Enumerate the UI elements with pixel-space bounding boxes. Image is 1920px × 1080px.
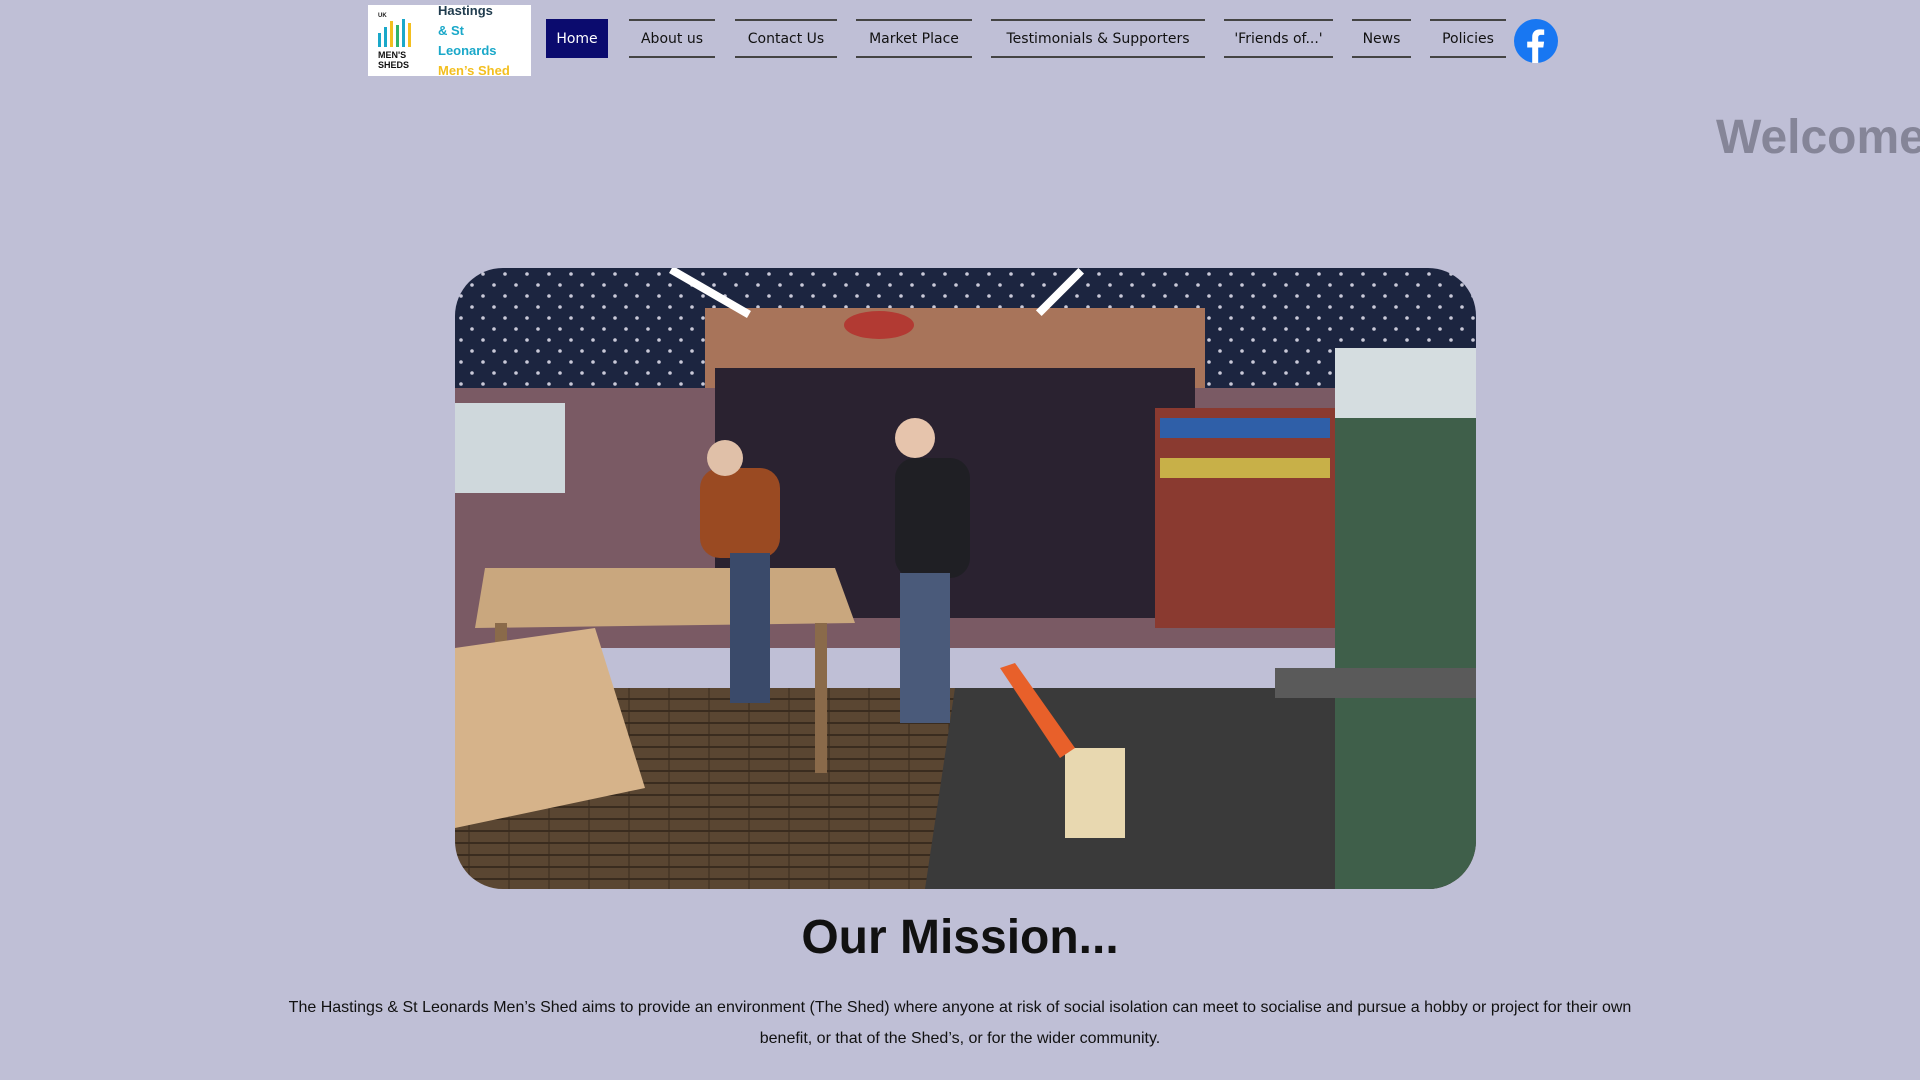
nav-contact-us[interactable]: Contact Us bbox=[735, 19, 837, 58]
workshop-illustration bbox=[455, 268, 1476, 889]
nav-market-place[interactable]: Market Place bbox=[856, 19, 972, 58]
logo-mark-line1: MEN'S bbox=[378, 49, 407, 60]
mission-paragraph: The Hastings & St Leonards Men’s Shed ai… bbox=[288, 999, 1632, 1047]
logo-bars-icon bbox=[378, 18, 411, 47]
logo-line-mens-shed: Men’s Shed bbox=[438, 62, 510, 78]
mens-sheds-logo-mark: UK MEN'S SHEDS bbox=[376, 11, 428, 71]
nav-testimonials-supporters[interactable]: Testimonials & Supporters bbox=[991, 19, 1205, 58]
nav-about-us[interactable]: About us bbox=[629, 19, 715, 58]
nav-news[interactable]: News bbox=[1352, 19, 1411, 58]
logo-mark-line2: SHEDS bbox=[378, 59, 410, 70]
facebook-logo-svg bbox=[1514, 19, 1558, 63]
workshop-photo bbox=[455, 268, 1476, 889]
logo-line-hastings: Hastings bbox=[438, 2, 493, 18]
welcome-heading: Welcome bbox=[1716, 111, 1920, 164]
facebook-icon[interactable] bbox=[1514, 19, 1558, 63]
site-logo[interactable]: UK MEN'S SHEDS Hastings & St Leonards Me… bbox=[368, 3, 531, 78]
logo-mark-text: MEN'S SHEDS bbox=[378, 50, 409, 70]
mission-heading: Our Mission... bbox=[801, 911, 1119, 964]
logo-line-st-leonards: & St Leonards bbox=[438, 22, 497, 58]
logo-wordmark: Hastings & St Leonards Men’s Shed bbox=[438, 1, 525, 81]
nav-home[interactable]: Home bbox=[546, 19, 608, 58]
nav-friends-of[interactable]: 'Friends of...' bbox=[1224, 19, 1333, 58]
nav-policies[interactable]: Policies bbox=[1430, 19, 1506, 58]
